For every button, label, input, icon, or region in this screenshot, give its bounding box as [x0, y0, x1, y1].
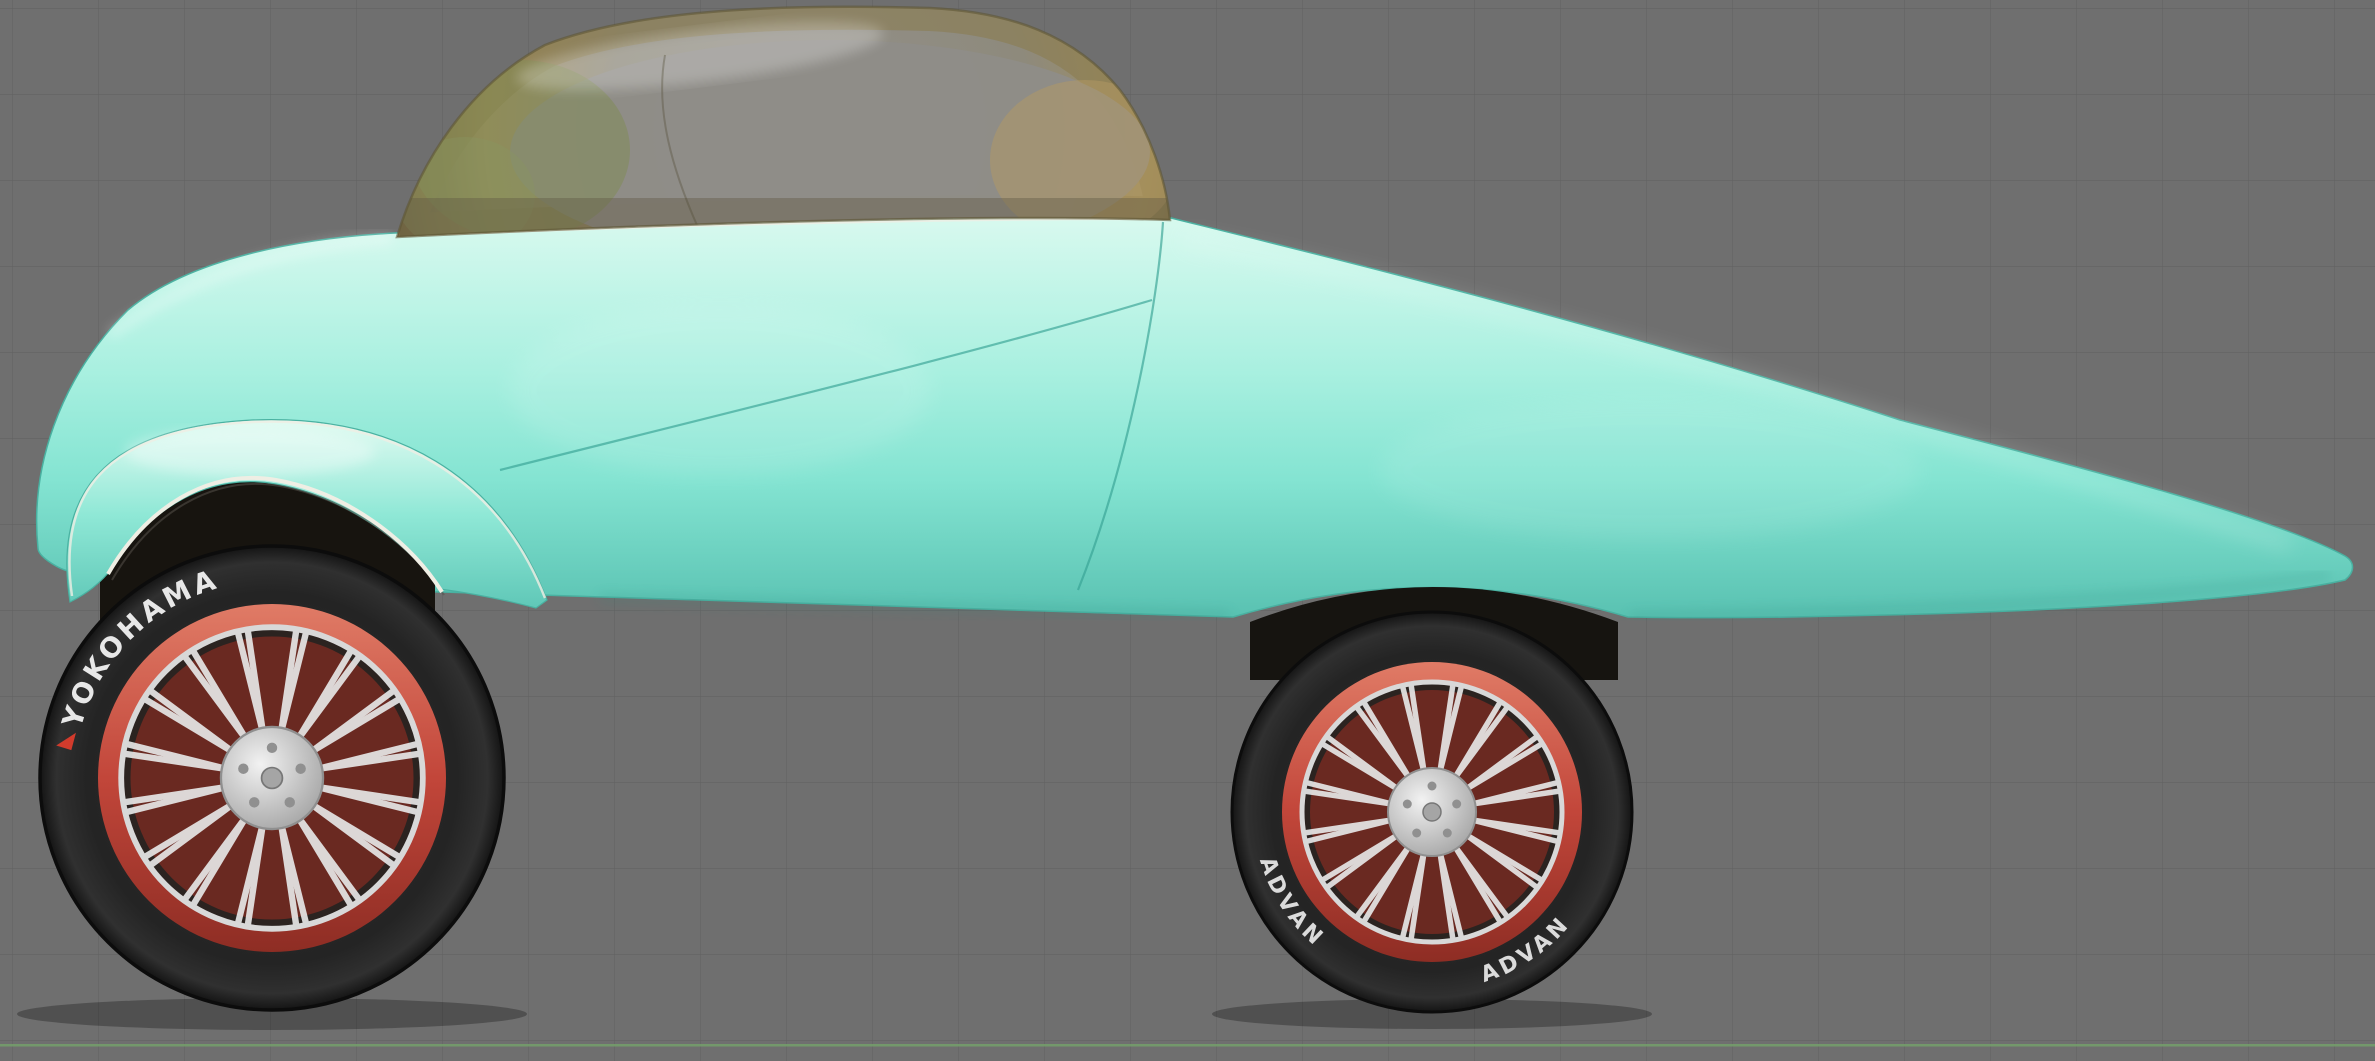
front-wheel[interactable]: YOKOHAMA: [40, 546, 504, 1010]
fender-highlight: [125, 428, 375, 476]
axis-line: [0, 1044, 2375, 1047]
rear-wheel[interactable]: ADVAN ADVAN: [1232, 612, 1632, 1012]
viewport-canvas[interactable]: ADVAN ADVAN YOKOHAMA: [0, 0, 2375, 1061]
tail-reflection: [1380, 400, 1920, 540]
3d-viewport[interactable]: ADVAN ADVAN YOKOHAMA: [0, 0, 2375, 1061]
door-reflection: [510, 305, 930, 475]
